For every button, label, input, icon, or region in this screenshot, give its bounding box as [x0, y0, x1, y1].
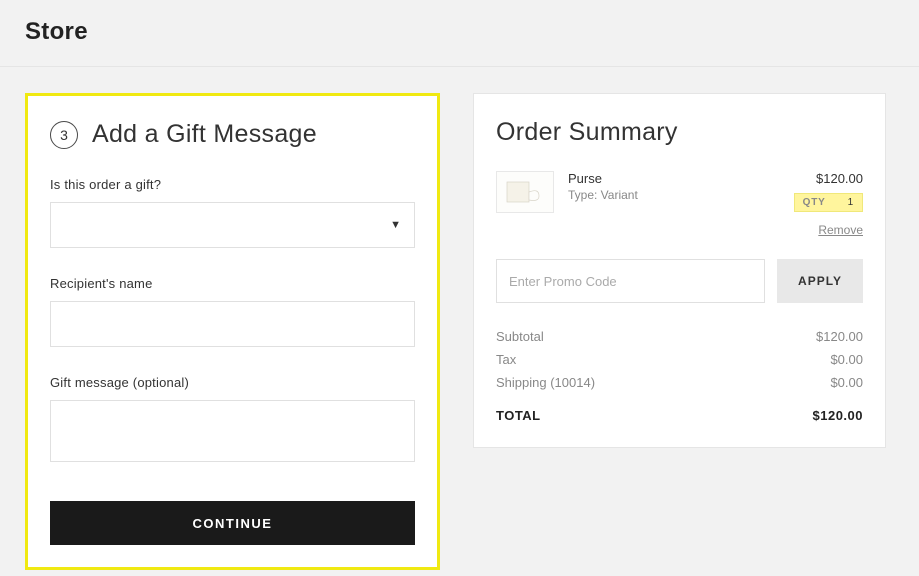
panel-header: 3 Add a Gift Message — [50, 120, 415, 149]
gift-message-textarea[interactable] — [50, 400, 415, 462]
qty-badge: QTY 1 — [794, 193, 863, 212]
is-gift-select-wrap: ▼ — [50, 202, 415, 248]
item-right-col: $120.00 QTY 1 — [794, 171, 863, 213]
page-title: Store — [25, 18, 894, 46]
page-header: Store — [0, 0, 919, 67]
is-gift-label: Is this order a gift? — [50, 177, 415, 192]
total-line: TOTAL $120.00 — [496, 408, 863, 423]
step-number-badge: 3 — [50, 121, 78, 149]
recipient-name-label: Recipient's name — [50, 276, 415, 291]
is-gift-select[interactable] — [50, 202, 415, 248]
item-variant: Type: Variant — [568, 188, 780, 202]
shipping-label: Shipping (10014) — [496, 375, 595, 390]
item-name: Purse — [568, 171, 780, 186]
total-value: $120.00 — [813, 408, 864, 423]
gift-message-label: Gift message (optional) — [50, 375, 415, 390]
total-label: TOTAL — [496, 408, 541, 423]
qty-label: QTY — [803, 197, 826, 208]
shipping-value: $0.00 — [830, 375, 863, 390]
product-thumbnail — [496, 171, 554, 213]
panel-title: Add a Gift Message — [92, 120, 317, 149]
promo-code-input[interactable] — [496, 259, 765, 303]
main-content: 3 Add a Gift Message Is this order a gif… — [0, 67, 919, 570]
item-info: Purse Type: Variant — [568, 171, 780, 213]
remove-link-row: Remove — [496, 221, 863, 239]
promo-row: APPLY — [496, 259, 863, 303]
shipping-line: Shipping (10014) $0.00 — [496, 375, 863, 390]
tax-line: Tax $0.00 — [496, 352, 863, 367]
item-price: $120.00 — [794, 171, 863, 186]
gift-message-panel: 3 Add a Gift Message Is this order a gif… — [25, 93, 440, 570]
order-summary-panel: Order Summary Purse Type: Variant $120.0… — [473, 93, 886, 448]
recipient-name-input[interactable] — [50, 301, 415, 347]
apply-promo-button[interactable]: APPLY — [777, 259, 863, 303]
subtotal-line: Subtotal $120.00 — [496, 329, 863, 344]
subtotal-label: Subtotal — [496, 329, 544, 344]
purse-icon — [505, 178, 545, 206]
qty-value: 1 — [848, 197, 854, 208]
tax-value: $0.00 — [830, 352, 863, 367]
summary-title: Order Summary — [496, 118, 863, 147]
subtotal-value: $120.00 — [816, 329, 863, 344]
tax-label: Tax — [496, 352, 516, 367]
continue-button[interactable]: CONTINUE — [50, 501, 415, 545]
line-item-row: Purse Type: Variant $120.00 QTY 1 — [496, 171, 863, 213]
remove-link[interactable]: Remove — [818, 223, 863, 237]
